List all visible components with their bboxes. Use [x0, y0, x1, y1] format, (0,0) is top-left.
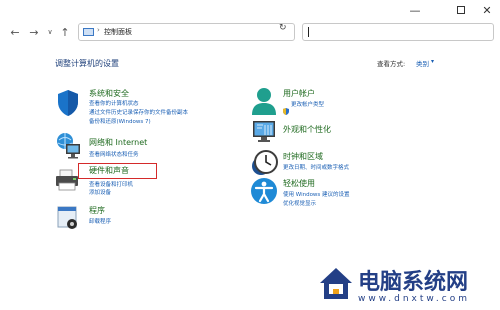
back-button[interactable]: ←	[8, 24, 22, 40]
link-view-computer-status[interactable]: 查看你的计算机状态	[89, 99, 139, 107]
link-optimize-visual-display[interactable]: 优化视觉显示	[283, 199, 316, 207]
link-change-date-time-format[interactable]: 更改日期、时间或数字格式	[283, 163, 349, 171]
appearance-icon[interactable]	[252, 120, 278, 148]
category-user-accounts[interactable]: 用户帐户	[283, 88, 315, 99]
breadcrumb-control-panel[interactable]: 控制面板	[104, 27, 132, 37]
category-programs[interactable]: 程序	[89, 205, 105, 216]
link-backup-restore[interactable]: 备份和还原(Windows 7)	[89, 117, 151, 125]
network-icon[interactable]	[56, 131, 82, 163]
user-accounts-icon[interactable]	[251, 86, 277, 120]
category-ease-of-access[interactable]: 轻松使用	[283, 178, 315, 189]
link-windows-recommended-settings[interactable]: 使用 Windows 建议的设置	[283, 190, 350, 198]
category-network-internet[interactable]: 网络和 Internet	[89, 137, 147, 148]
programs-icon[interactable]	[56, 205, 80, 235]
text-caret	[308, 27, 309, 37]
ease-of-access-icon[interactable]	[250, 177, 278, 209]
breadcrumb-separator: ›	[97, 26, 100, 34]
watermark-url: www.dnxtw.com	[358, 294, 471, 304]
link-change-account-type[interactable]: 更改帐户类型	[291, 100, 324, 108]
title-bar: — ✕	[0, 0, 500, 20]
close-button[interactable]: ✕	[472, 0, 500, 20]
category-system-security[interactable]: 系统和安全	[89, 88, 129, 99]
watermark-title: 电脑系统网	[358, 270, 469, 295]
shield-icon[interactable]	[56, 89, 80, 121]
control-panel-icon	[83, 28, 94, 36]
category-clock-region[interactable]: 时钟和区域	[283, 151, 323, 162]
link-add-device[interactable]: 添加设备	[89, 188, 111, 196]
view-by-dropdown-icon[interactable]: ▾	[431, 58, 434, 65]
link-network-status[interactable]: 查看网络状态和任务	[89, 150, 139, 158]
address-bar[interactable]: › 控制面板 ∨	[78, 23, 348, 41]
view-by-select[interactable]: 类别	[416, 58, 429, 68]
search-input[interactable]	[302, 23, 494, 41]
link-uninstall-program[interactable]: 卸载程序	[89, 217, 111, 225]
minimize-button[interactable]: —	[400, 0, 430, 20]
page-title: 调整计算机的设置	[55, 59, 119, 68]
category-hardware-sound[interactable]: 硬件和声音	[89, 165, 129, 176]
link-file-history-backup[interactable]: 通过文件历史记录保存你的文件备份副本	[89, 108, 188, 116]
refresh-button[interactable]: ↻	[279, 23, 287, 33]
link-devices-printers[interactable]: 查看设备和打印机	[89, 180, 133, 188]
category-appearance-personalization[interactable]: 外观和个性化	[283, 124, 331, 135]
forward-button[interactable]: →	[27, 24, 41, 40]
maximize-icon	[457, 6, 465, 14]
recent-locations-dropdown[interactable]: ∨	[43, 24, 57, 40]
up-button[interactable]: ↑	[58, 24, 72, 40]
uac-shield-icon	[283, 100, 289, 119]
view-by-label: 查看方式:	[377, 60, 406, 68]
house-logo-icon	[320, 268, 352, 299]
watermark: 电脑系统网 www.dnxtw.com	[318, 262, 500, 310]
